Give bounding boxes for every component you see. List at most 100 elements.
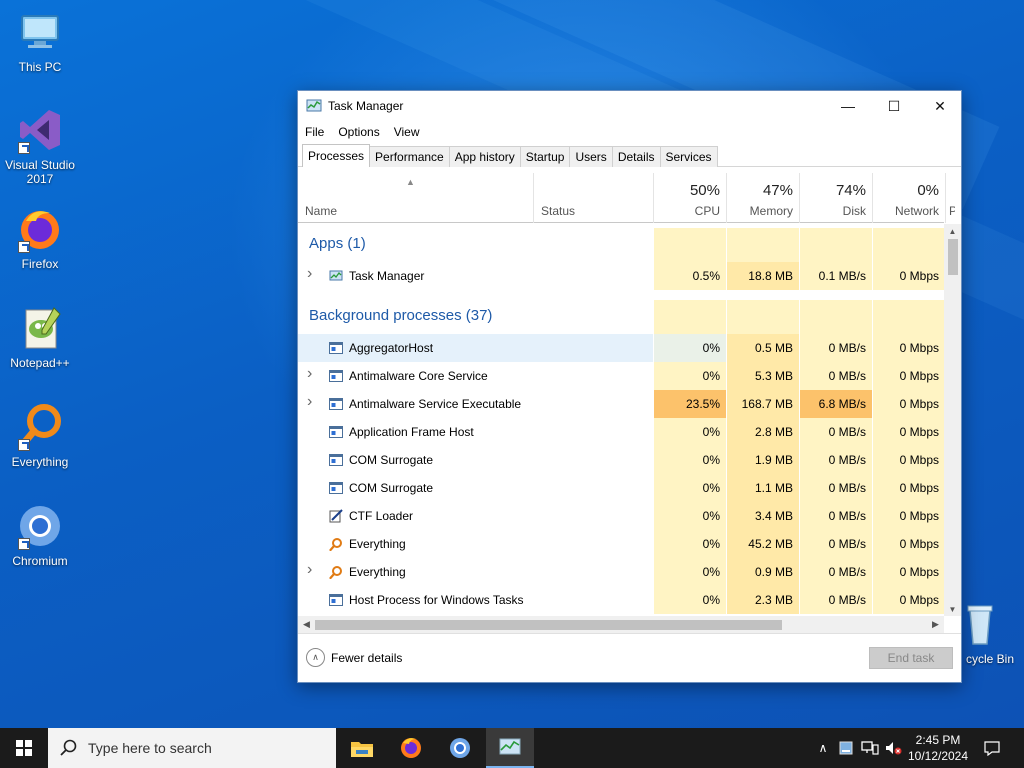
horizontal-scrollbar[interactable]: ◀ ▶: [298, 616, 944, 633]
desktop-icon-firefox[interactable]: Firefox: [0, 205, 80, 271]
process-name: Application Frame Host: [349, 425, 474, 439]
tab-startup[interactable]: Startup: [519, 146, 571, 167]
show-hidden-icons-button[interactable]: ∧: [814, 728, 832, 768]
desktop-icon-label: This PC: [18, 60, 62, 74]
process-row[interactable]: CTF Loader 0% 3.4 MB 0 MB/s 0 Mbps: [298, 502, 944, 530]
tray-storage[interactable]: [838, 728, 854, 768]
process-row[interactable]: › Task Manager 0.5% 18.8 MB 0.1 MB/s 0 Mbps: [298, 262, 944, 290]
column-header-network[interactable]: 0% Network: [872, 173, 945, 223]
action-center-button[interactable]: [980, 728, 1004, 768]
process-name: AggregatorHost: [349, 341, 434, 355]
horizontal-scroll-thumb[interactable]: [315, 620, 782, 630]
taskbar-task-manager[interactable]: [486, 728, 534, 768]
service-icon: [329, 397, 343, 411]
expand-chevron-icon[interactable]: ›: [307, 393, 312, 411]
process-memory-value: 1.9 MB: [754, 453, 793, 467]
column-header-row: ▲ Name Status 50% CPU 47% Memory 74% Dis…: [298, 173, 955, 223]
heat-cell-fill: [872, 300, 944, 334]
tray-network[interactable]: [860, 728, 880, 768]
process-name: Antimalware Core Service: [349, 369, 488, 383]
process-row[interactable]: › Everything 0% 0.9 MB 0 MB/s 0 Mbps: [298, 558, 944, 586]
taskbar-chromium[interactable]: [436, 728, 484, 768]
expand-chevron-icon[interactable]: ›: [307, 265, 312, 283]
process-cpu-value: 0%: [702, 425, 720, 439]
scroll-left-icon[interactable]: ◀: [298, 616, 315, 633]
desktop-icon-this-pc[interactable]: This PC: [0, 8, 80, 74]
menu-options[interactable]: Options: [338, 125, 379, 139]
process-name: CTF Loader: [349, 509, 414, 523]
process-network-value: 0 Mbps: [899, 369, 939, 383]
column-header-power[interactable]: P: [945, 173, 955, 223]
end-task-button[interactable]: End task: [869, 647, 953, 669]
process-cpu-value: 0%: [702, 565, 720, 579]
scroll-up-icon[interactable]: ▲: [944, 224, 961, 238]
maximize-icon: ☐: [887, 97, 901, 114]
fewer-details-button[interactable]: ∧ Fewer details: [306, 648, 402, 667]
desktop-icon-chromium[interactable]: Chromium: [0, 502, 80, 568]
taskbar-search-box[interactable]: Type here to search: [48, 728, 336, 768]
process-row[interactable]: AggregatorHost 0% 0.5 MB 0 MB/s 0 Mbps: [298, 334, 944, 362]
process-cpu-value: 0%: [702, 481, 720, 495]
chevron-up-icon: ∧: [818, 741, 828, 755]
process-row[interactable]: › Antimalware Core Service 0% 5.3 MB 0 MB/s 0…: [298, 362, 944, 390]
process-row[interactable]: Everything 0% 45.2 MB 0 MB/s 0 Mbps: [298, 530, 944, 558]
process-disk-value: 0 MB/s: [828, 369, 866, 383]
tab-app-history[interactable]: App history: [448, 146, 521, 167]
process-disk-value: 0 MB/s: [828, 509, 866, 523]
tab-details[interactable]: Details: [611, 146, 661, 167]
taskbar-file-explorer[interactable]: [338, 728, 386, 768]
expand-chevron-icon[interactable]: ›: [307, 365, 312, 383]
menu-file[interactable]: File: [305, 125, 324, 139]
tab-performance[interactable]: Performance: [369, 146, 450, 167]
column-header-name[interactable]: ▲ Name: [298, 173, 533, 223]
process-memory-value: 45.2 MB: [748, 537, 793, 551]
search-icon: [60, 739, 77, 756]
expand-chevron-icon[interactable]: ›: [307, 561, 312, 579]
tab-users[interactable]: Users: [569, 146, 613, 167]
desktop-icon-label: Everything: [11, 455, 69, 469]
start-button[interactable]: [0, 728, 48, 768]
desktop-icon-notepad-plus-plus[interactable]: Notepad++: [0, 304, 80, 370]
menu-view[interactable]: View: [394, 125, 420, 139]
everything-icon: [16, 403, 64, 451]
service-icon: [329, 453, 343, 467]
process-disk-value: 0 MB/s: [828, 537, 866, 551]
taskbar-clock[interactable]: 2:45 PM 10/12/2024: [902, 732, 974, 764]
tray-volume[interactable]: [884, 728, 904, 768]
process-network-value: 0 Mbps: [899, 269, 939, 283]
title-bar[interactable]: Task Manager — ☐ ✕: [298, 91, 961, 121]
process-row[interactable]: COM Surrogate 0% 1.9 MB 0 MB/s 0 Mbps: [298, 446, 944, 474]
desktop-icon-label: Firefox: [21, 257, 59, 271]
scroll-right-icon[interactable]: ▶: [927, 616, 944, 633]
network-icon: [861, 741, 879, 755]
column-header-status[interactable]: Status: [533, 173, 653, 223]
desktop-icon-visual-studio[interactable]: Visual Studio 2017: [0, 106, 80, 186]
process-cpu-value: 0%: [702, 341, 720, 355]
heat-cell-fill: [653, 228, 726, 262]
visual-studio-icon: [16, 106, 64, 154]
process-row[interactable]: COM Surrogate 0% 1.1 MB 0 MB/s 0 Mbps: [298, 474, 944, 502]
process-row[interactable]: Application Frame Host 0% 2.8 MB 0 MB/s 0 Mb…: [298, 418, 944, 446]
scroll-down-icon[interactable]: ▼: [944, 602, 961, 616]
maximize-button[interactable]: ☐: [871, 91, 917, 121]
vertical-scroll-thumb[interactable]: [948, 239, 958, 275]
notification-icon: [984, 741, 1000, 756]
column-header-memory[interactable]: 47% Memory: [726, 173, 799, 223]
desktop-icon-everything[interactable]: Everything: [0, 403, 80, 469]
minimize-button[interactable]: —: [825, 91, 871, 121]
vertical-scrollbar[interactable]: ▲ ▼: [944, 224, 961, 616]
service-icon: [329, 425, 343, 439]
group-title: Background processes (37): [309, 307, 493, 324]
tab-services[interactable]: Services: [659, 146, 718, 167]
tab-processes[interactable]: Processes: [302, 144, 371, 167]
ctf-icon: [329, 509, 343, 523]
process-row[interactable]: Host Process for Windows Tasks 0% 2.3 MB 0 …: [298, 586, 944, 614]
taskbar-firefox[interactable]: [387, 728, 435, 768]
column-header-disk[interactable]: 74% Disk: [799, 173, 872, 223]
recycle-bin-icon: [956, 600, 1004, 648]
column-header-cpu[interactable]: 50% CPU: [653, 173, 726, 223]
process-memory-value: 0.5 MB: [754, 341, 793, 355]
process-name: Task Manager: [349, 269, 425, 283]
process-row[interactable]: › Antimalware Service Executable 23.5% 168.…: [298, 390, 944, 418]
close-button[interactable]: ✕: [917, 91, 963, 121]
